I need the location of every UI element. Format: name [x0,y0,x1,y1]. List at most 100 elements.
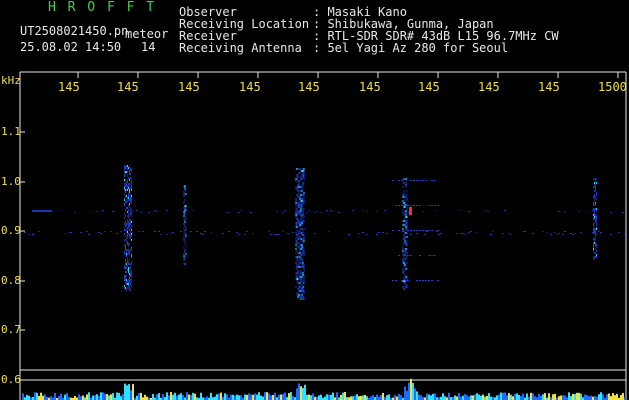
signal-pixel [127,215,128,217]
spectrum-bar [230,394,232,400]
signal-pixel [127,259,128,261]
signal-pixel [406,244,408,246]
signal-pixel [299,258,301,260]
spectrum-bar [388,394,390,400]
signal-pixel [296,274,298,276]
signal-pixel [301,278,303,280]
signal-pixel [299,236,301,238]
signal-pixel [295,214,297,216]
signal-pixel [301,234,303,236]
signal-pixel [402,182,404,184]
signal-pixel [183,213,185,215]
spectrum-bar [38,396,40,400]
signal-pixel [320,212,322,213]
x-tick-label-6: 145 [359,80,381,94]
signal-pixel [593,256,594,258]
signal-pixel [404,206,406,208]
signal-pixel [406,262,408,264]
signal-pixel [406,276,408,278]
signal-pixel [593,238,594,240]
signal-pixel [126,199,127,201]
spectrum-bar [340,394,342,400]
signal-pixel [595,214,596,216]
signal-pixel [406,224,408,226]
signal-pixel [131,261,132,263]
signal-pixel [130,177,131,179]
signal-pixel [558,233,560,234]
signal-pixel [128,187,129,189]
spectrum-bar [42,395,44,400]
signal-pixel [124,287,125,289]
signal-pixel [570,233,572,234]
signal-pixel [299,222,301,224]
signal-pixel [130,233,131,235]
signal-pixel [297,190,299,192]
spectrum-bar [246,394,248,400]
signal-pixel [618,232,620,233]
signal-pixel [594,194,595,196]
signal-pixel [524,231,526,232]
signal-pixel [127,207,128,209]
signal-pixel [302,222,304,224]
signal-pixel [64,233,66,234]
signal-pixel [410,234,412,235]
signal-pixel [301,294,303,296]
spectrum-bar [172,394,174,400]
signal-pixel [128,263,129,265]
signal-pixel [296,211,298,212]
signal-pixel [402,192,404,194]
signal-pixel [419,205,421,206]
signal-pixel [299,260,301,262]
signal-pixel [125,165,126,167]
signal-pixel [131,187,132,189]
signal-pixel [129,171,130,173]
spectrum-bar [560,395,562,400]
signal-pixel [126,207,127,209]
signal-pixel [594,182,595,184]
spectrum-bar [210,392,212,400]
signal-pixel [124,285,125,287]
signal-pixel [595,256,596,258]
signal-pixel [398,255,400,256]
signal-pixel [406,178,408,180]
signal-pixel [124,187,125,189]
signal-pixel [300,284,302,286]
signal-pixel [130,219,131,221]
signal-pixel [125,197,126,199]
signal-pixel [183,207,185,209]
signal-pixel [270,234,272,235]
signal-pixel [128,221,129,223]
signal-pixel [102,210,104,211]
spectrum-bar [478,394,480,400]
spectrum-bar [430,395,432,400]
signal-pixel [298,184,300,186]
signal-pixel [296,228,298,230]
signal-pixel [406,206,408,208]
signal-pixel [299,190,301,192]
signal-pixel [303,286,305,288]
signal-pixel [410,205,412,206]
signal-pixel [338,212,340,213]
signal-pixel [183,203,185,205]
signal-pixel [303,220,305,222]
signal-pixel [302,172,304,174]
spectrum-bar [462,395,464,400]
signal-pixel [131,247,132,249]
signal-pixel [142,231,144,232]
signal-pixel [222,233,224,234]
spectrum-bar [366,396,368,400]
signal-pixel [126,253,127,255]
signal-pixel [295,202,297,204]
signal-pixel [298,206,300,208]
signal-pixel [131,209,132,211]
signal-pixel [130,197,131,199]
signal-pixel [185,193,187,195]
signal-pixel [130,167,131,169]
spectrum-bar [336,392,338,400]
signal-pixel [595,208,596,210]
signal-pixel [594,186,595,188]
signal-pixel [183,255,185,257]
spectrum-bar [320,394,322,400]
signal-pixel [156,211,158,212]
spectrum-bar [106,394,108,400]
